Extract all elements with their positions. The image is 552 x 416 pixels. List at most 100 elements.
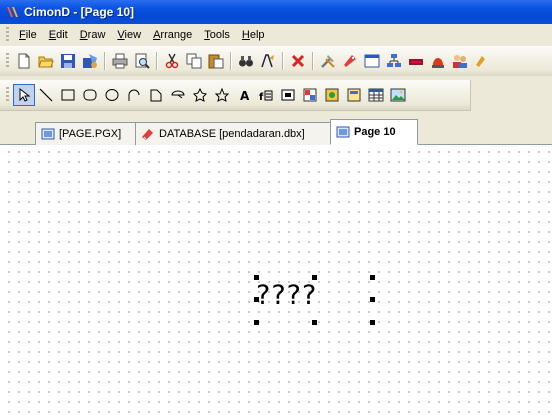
print-button[interactable] — [109, 50, 131, 72]
binoculars-icon — [239, 56, 253, 67]
star-tool-button[interactable] — [211, 84, 233, 106]
svg-text:A: A — [240, 89, 250, 103]
menu-draw[interactable]: Draw — [74, 26, 112, 44]
database-icon — [142, 129, 153, 140]
tab-page-10[interactable]: Page 10 — [330, 119, 418, 145]
select-tool-button[interactable] — [13, 84, 35, 106]
replace-icon — [261, 54, 274, 68]
tab-database[interactable]: DATABASE [pendadaran.dbx] — [135, 122, 332, 145]
alarm-icon — [432, 58, 444, 68]
selection-handle[interactable] — [254, 320, 259, 325]
standard-toolbar — [0, 46, 552, 76]
print-preview-button[interactable] — [131, 50, 153, 72]
script-icon — [476, 56, 485, 67]
replace-button[interactable] — [257, 50, 279, 72]
image-tool-button[interactable] — [387, 84, 409, 106]
new-file-button[interactable] — [13, 50, 35, 72]
rounded-rectangle-icon — [83, 89, 97, 101]
selection-handle[interactable] — [370, 320, 375, 325]
multiline-text-tool-button[interactable]: f — [255, 84, 277, 106]
chord-tool-button[interactable] — [167, 84, 189, 106]
pointer-arrow-icon — [19, 87, 31, 102]
table-tool-button[interactable] — [365, 84, 387, 106]
alarm-button[interactable] — [427, 50, 449, 72]
selection-handle[interactable] — [254, 297, 259, 302]
text-a-icon: A — [240, 89, 250, 103]
window-title: CimonD - [Page 10] — [24, 5, 135, 19]
device-icon — [409, 59, 423, 65]
menu-tools[interactable]: Tools — [198, 26, 236, 44]
selection-handle[interactable] — [312, 320, 317, 325]
arc-icon — [128, 89, 140, 101]
tag-icon — [344, 55, 356, 67]
save-button[interactable] — [57, 50, 79, 72]
delete-button[interactable] — [287, 50, 309, 72]
selection-handle[interactable] — [254, 275, 259, 280]
cut-button[interactable] — [161, 50, 183, 72]
star-outline-icon — [193, 87, 207, 102]
rectangle-icon — [61, 89, 75, 101]
polygon-icon — [150, 89, 162, 102]
title-bar[interactable]: CimonD - [Page 10] — [0, 0, 552, 24]
line-icon — [39, 88, 53, 102]
menu-edit[interactable]: Edit — [43, 26, 74, 44]
panel-tool-button[interactable] — [343, 84, 365, 106]
script-button[interactable] — [471, 50, 493, 72]
printer-icon — [112, 53, 128, 69]
toolbar-separator — [230, 52, 232, 70]
grid-object-tool-button[interactable] — [299, 84, 321, 106]
toolbar-grip[interactable] — [6, 53, 9, 69]
selected-text-object[interactable]: ???? — [256, 280, 317, 311]
tag-button[interactable] — [339, 50, 361, 72]
selection-handle[interactable] — [312, 275, 317, 280]
tools-icon — [321, 55, 335, 68]
grid-object-icon — [303, 88, 317, 102]
network-button[interactable] — [383, 50, 405, 72]
arc-tool-button[interactable] — [123, 84, 145, 106]
menu-view[interactable]: View — [111, 26, 147, 44]
app-logo-icon — [7, 7, 18, 17]
open-folder-icon — [38, 56, 54, 68]
table-icon — [368, 88, 384, 102]
menubar-grip[interactable] — [6, 27, 9, 43]
star-outline-tool-button[interactable] — [189, 84, 211, 106]
paste-button[interactable] — [205, 50, 227, 72]
star-icon — [214, 87, 230, 102]
drawing-canvas[interactable]: ???? — [0, 145, 552, 416]
save-all-button[interactable] — [79, 50, 101, 72]
selection-handle[interactable] — [370, 297, 375, 302]
users-button[interactable] — [449, 50, 471, 72]
toolbar-separator — [312, 52, 314, 70]
network-icon — [387, 54, 401, 67]
ellipse-tool-button[interactable] — [101, 84, 123, 106]
delete-icon — [291, 54, 305, 68]
line-tool-button[interactable] — [35, 84, 57, 106]
tab-page-pgx[interactable]: [PAGE.PGX] — [35, 122, 139, 145]
tools-button[interactable] — [317, 50, 339, 72]
scissors-icon — [165, 53, 179, 69]
copy-button[interactable] — [183, 50, 205, 72]
page-icon — [336, 126, 350, 138]
menu-help[interactable]: Help — [236, 26, 271, 44]
device-button[interactable] — [405, 50, 427, 72]
drawing-toolbar: A f — [0, 80, 471, 111]
toolbar-grip[interactable] — [6, 87, 9, 103]
toolbar-separator — [156, 52, 158, 70]
symbol-tool-button[interactable] — [321, 84, 343, 106]
rectangle-tool-button[interactable] — [57, 84, 79, 106]
find-button[interactable] — [235, 50, 257, 72]
selection-handle[interactable] — [370, 275, 375, 280]
open-file-button[interactable] — [35, 50, 57, 72]
text-tool-button[interactable]: A — [233, 84, 255, 106]
menu-arrange[interactable]: Arrange — [147, 26, 198, 44]
symbol-icon — [325, 88, 339, 102]
rounded-rectangle-tool-button[interactable] — [79, 84, 101, 106]
copy-icon — [186, 53, 202, 69]
polygon-tool-button[interactable] — [145, 84, 167, 106]
menu-file[interactable]: File — [13, 26, 43, 44]
paste-icon — [208, 54, 224, 69]
toolbar-separator — [282, 52, 284, 70]
window-button[interactable] — [361, 50, 383, 72]
button-object-tool-button[interactable] — [277, 84, 299, 106]
svg-text:f: f — [259, 92, 264, 103]
